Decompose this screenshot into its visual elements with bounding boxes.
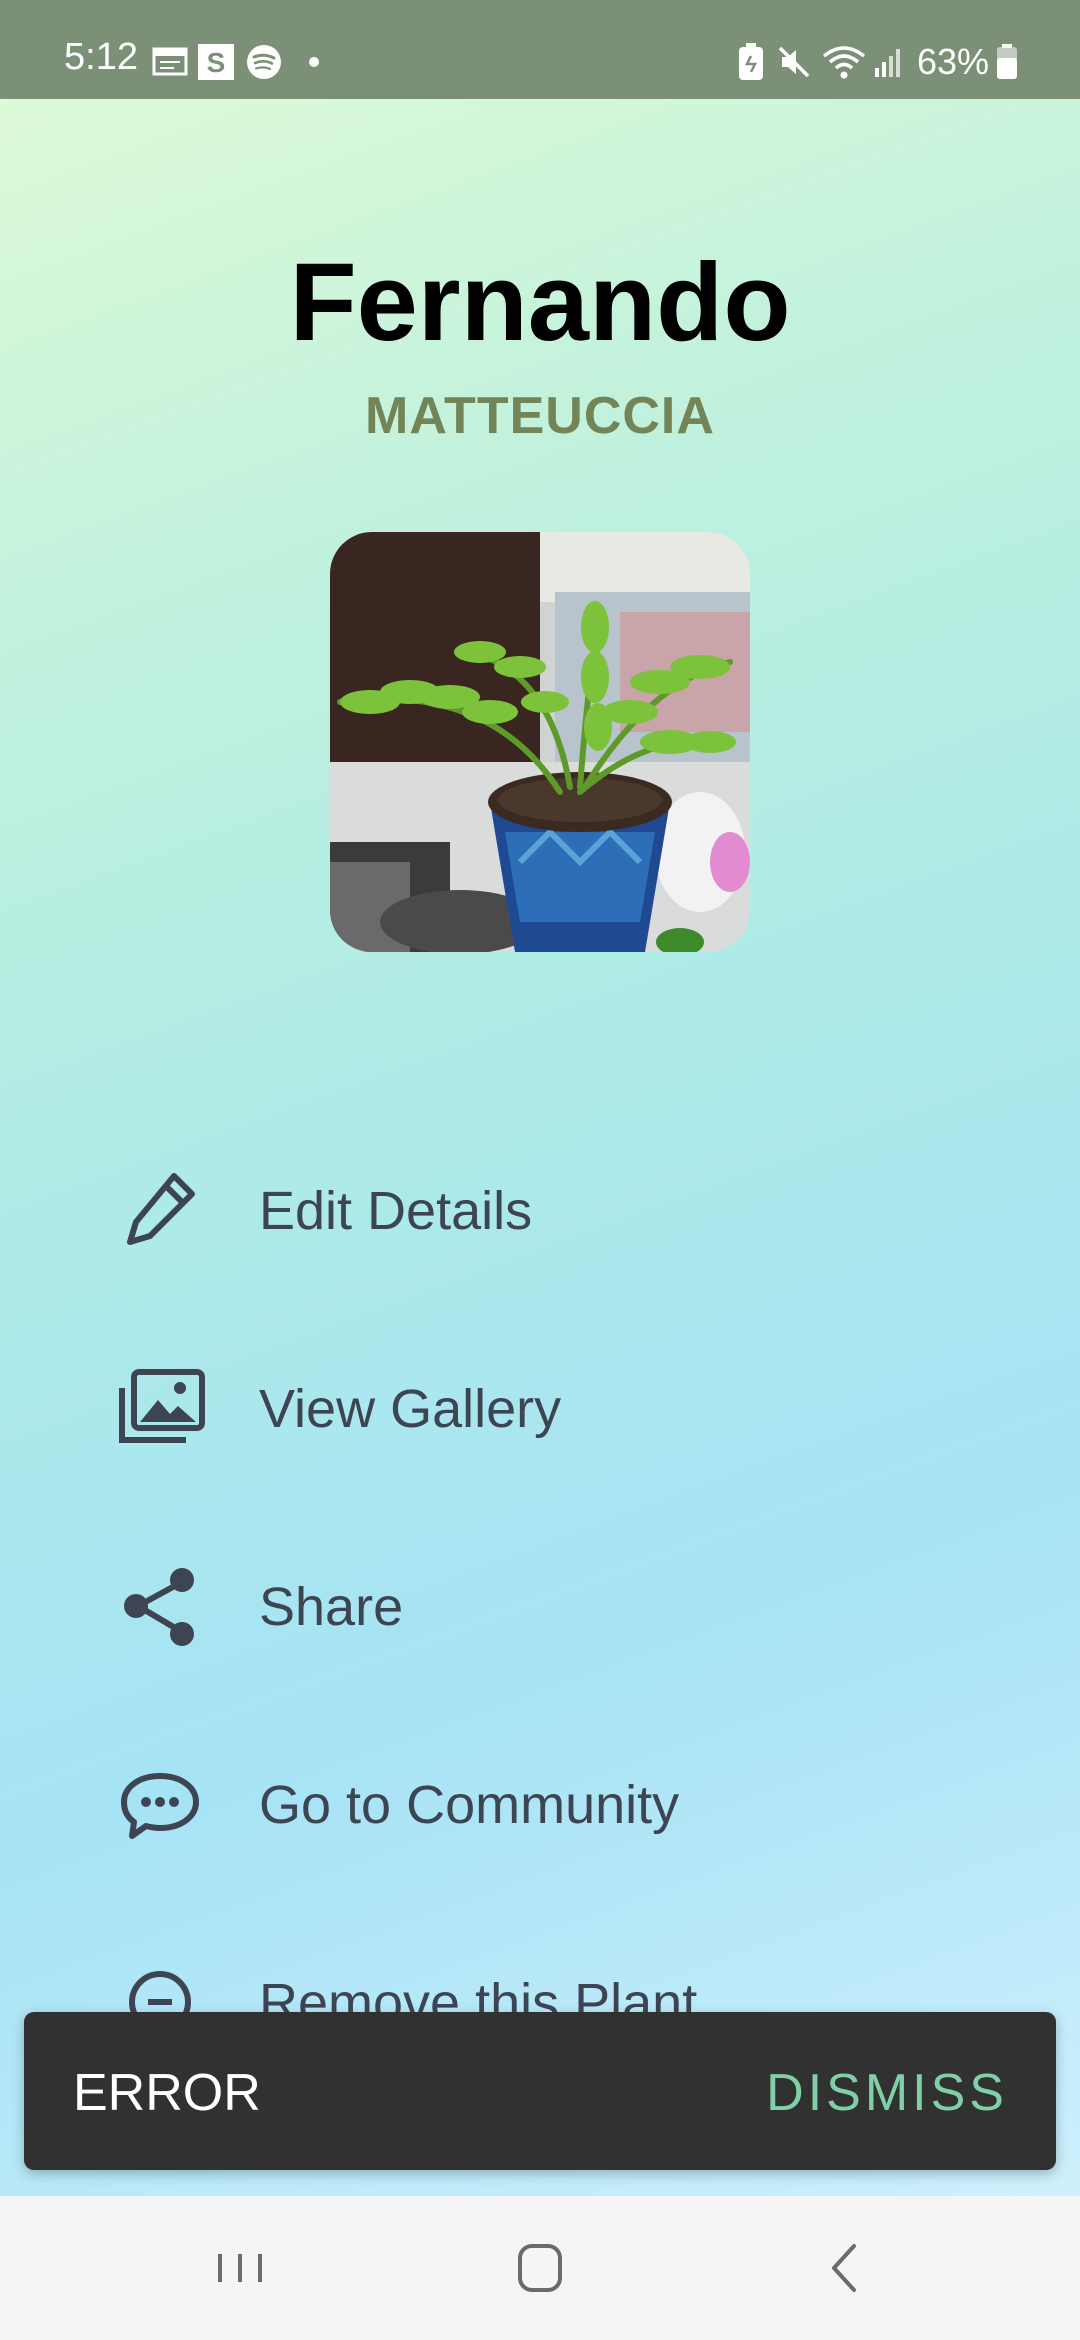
chat-icon [121, 1773, 199, 1839]
svg-text:S: S [207, 47, 226, 78]
calendar-icon [152, 47, 188, 76]
back-icon[interactable] [804, 2232, 884, 2304]
menu-item-label: View Gallery [259, 1379, 562, 1439]
menu-item-share[interactable]: Share [100, 1542, 1000, 1662]
plant-name: Fernando [289, 241, 791, 364]
gallery-icon [119, 1369, 205, 1443]
menu-item-community[interactable]: Go to Community [100, 1740, 1000, 1860]
menu-item-label: Go to Community [259, 1775, 680, 1835]
spotify-icon [247, 45, 281, 79]
dot-icon [309, 57, 319, 67]
s-app-icon: S [198, 44, 234, 80]
menu-item-label: Share [259, 1577, 404, 1637]
saver-icon [739, 43, 763, 80]
dismiss-button[interactable]: DISMISS [766, 2067, 1008, 2119]
signal-icon [875, 49, 900, 77]
wifi-icon [822, 46, 866, 79]
home-icon[interactable] [500, 2232, 580, 2304]
status-time: 5:12 [64, 36, 138, 78]
menu-item-label: Edit Details [259, 1181, 533, 1241]
battery-percent: 63% [917, 41, 990, 82]
recents-icon[interactable] [200, 2232, 280, 2304]
plant-species: MATTEUCCIA [365, 387, 715, 445]
pencil-icon [127, 1173, 195, 1245]
plant-photo[interactable] [330, 532, 750, 952]
snackbar-message: ERROR [73, 2064, 261, 2122]
error-snackbar: ERROR DISMISS [24, 2012, 1056, 2170]
menu-item-edit-details[interactable]: Edit Details [100, 1146, 1000, 1266]
navigation-bar [0, 2196, 1080, 2340]
menu-item-view-gallery[interactable]: View Gallery [100, 1344, 1000, 1464]
share-icon [124, 1568, 194, 1646]
battery-icon [997, 44, 1017, 79]
status-bar: 5:12 S 63% [0, 0, 1080, 99]
mute-icon [778, 46, 810, 78]
